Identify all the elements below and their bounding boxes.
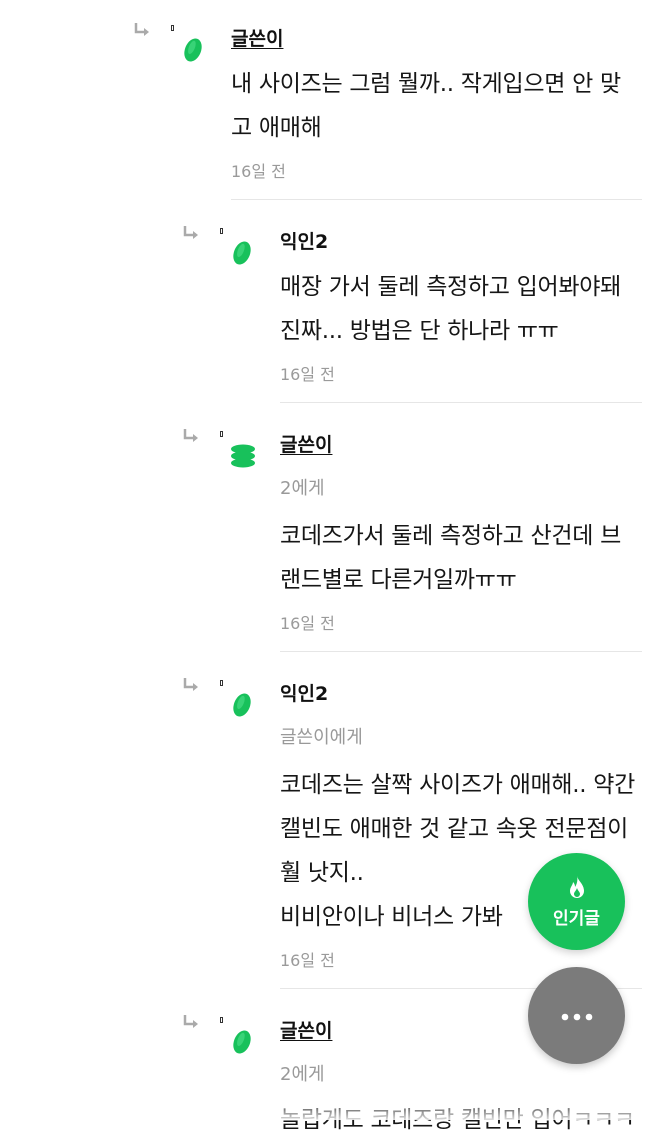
reply-arrow-icon	[133, 22, 151, 38]
comment-author[interactable]: 익인2	[280, 679, 328, 706]
more-dots-icon	[561, 1006, 593, 1025]
reply-arrow-icon	[182, 1014, 200, 1030]
reply-arrow-icon	[182, 428, 200, 444]
comment-author[interactable]: 익인2	[280, 227, 328, 254]
level-mark-icon	[220, 680, 223, 686]
comment-divider	[280, 402, 642, 403]
reply-arrow-icon	[182, 225, 200, 241]
comment-author[interactable]: 글쓴이	[280, 1016, 332, 1043]
comment-author[interactable]: 글쓴이	[280, 430, 332, 457]
avatar[interactable]	[229, 240, 255, 266]
reply-mention: 2에게	[280, 1064, 325, 1085]
comment-text: 고 애매해	[231, 115, 322, 141]
comment-timestamp: 16일 전	[231, 162, 286, 181]
level-mark-icon	[220, 228, 223, 234]
more-options-button[interactable]	[528, 967, 625, 1064]
reply-mention: 글쓴이에게	[280, 727, 363, 748]
comment-author[interactable]: 글쓴이	[231, 24, 283, 51]
fire-icon	[565, 875, 589, 901]
comment-text: 비비안이나 비너스 가봐	[280, 904, 503, 930]
comment-timestamp: 16일 전	[280, 614, 335, 633]
comment-text: 진짜... 방법은 단 하나라 ㅠㅠ	[280, 318, 559, 344]
avatar[interactable]	[229, 443, 255, 469]
comment-text: 코데즈는 살짝 사이즈가 애매해.. 약간	[280, 772, 635, 798]
avatar[interactable]	[229, 692, 255, 718]
comment-text: 코데즈가서 둘레 측정하고 산건데 브	[280, 523, 621, 549]
bottom-fade	[0, 1098, 658, 1120]
comment-text: 매장 가서 둘레 측정하고 입어봐야돼	[280, 274, 621, 300]
level-mark-icon	[220, 431, 223, 437]
popular-posts-button[interactable]: 인기글	[528, 853, 625, 950]
comment-text: 내 사이즈는 그럼 뭘까.. 작게입으면 안 맞	[231, 71, 621, 97]
reply-mention: 2에게	[280, 478, 325, 499]
popular-posts-label: 인기글	[553, 908, 600, 929]
comment-text: 캘빈도 애매한 것 같고 속옷 전문점이	[280, 816, 628, 842]
reply-arrow-icon	[182, 677, 200, 693]
level-mark-icon	[171, 25, 174, 31]
comment-text: 훨 낫지..	[280, 860, 364, 886]
comment-timestamp: 16일 전	[280, 365, 335, 384]
level-mark-icon	[220, 1017, 223, 1023]
comment-divider	[231, 199, 642, 200]
comment-text: 랜드별로 다른거일까ㅠㅠ	[280, 567, 517, 593]
comment-divider	[280, 651, 642, 652]
avatar[interactable]	[229, 1029, 255, 1055]
comment-timestamp: 16일 전	[280, 951, 335, 970]
avatar[interactable]	[180, 37, 206, 63]
